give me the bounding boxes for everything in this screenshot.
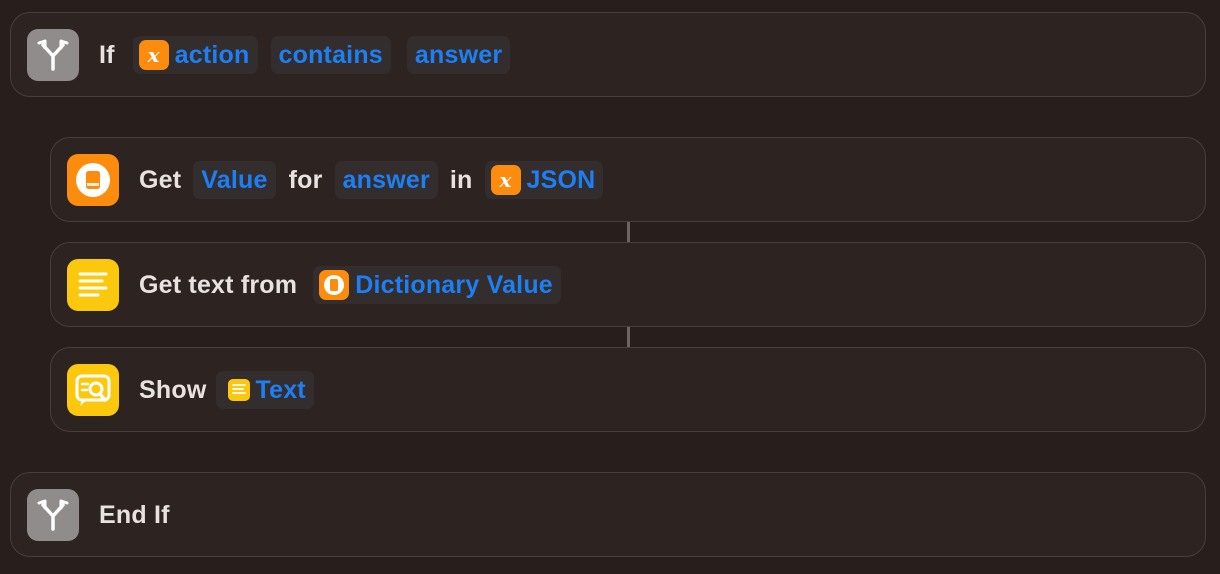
variable-icon: x <box>490 165 521 195</box>
for-word: for <box>288 165 323 194</box>
show-result-icon <box>67 364 119 416</box>
flow-connector <box>627 222 630 242</box>
flow-connector <box>627 327 630 347</box>
branch-icon <box>27 489 79 541</box>
condition-value-token[interactable]: answer <box>406 36 511 74</box>
key-type-token[interactable]: Value <box>193 161 276 199</box>
variable-token-json[interactable]: x JSON <box>484 161 604 199</box>
dictionary-icon <box>319 270 350 300</box>
text-lines-icon <box>67 259 119 311</box>
text-variable-label: Text <box>255 375 306 404</box>
text-lines-icon <box>228 379 251 401</box>
show-verb: Show <box>139 375 207 404</box>
in-word: in <box>449 165 473 194</box>
dictionary-value-token[interactable]: Dictionary Value <box>313 266 561 304</box>
key-token[interactable]: answer <box>334 161 438 199</box>
show-result-card[interactable]: Show Text <box>50 347 1206 432</box>
dictionary-icon <box>67 154 119 206</box>
variable-token-action[interactable]: x action <box>132 36 258 74</box>
variable-label: JSON <box>526 165 596 194</box>
if-keyword: If <box>99 40 115 69</box>
get-text-verb: Get text from <box>139 270 298 299</box>
condition-operator-token[interactable]: contains <box>270 36 391 74</box>
get-dictionary-value-card[interactable]: Get Value for answer in x JSON <box>50 137 1206 222</box>
branch-icon <box>27 29 79 81</box>
get-verb: Get <box>139 165 182 194</box>
get-text-card[interactable]: Get text from Dictionary Value <box>50 242 1206 327</box>
text-variable-token[interactable]: Text <box>216 371 314 409</box>
if-action-card[interactable]: If x action contains answer <box>10 12 1206 97</box>
variable-icon: x <box>138 40 169 70</box>
variable-label: action <box>174 40 250 69</box>
dictionary-value-label: Dictionary Value <box>355 270 553 299</box>
end-if-label: End If <box>99 500 170 529</box>
end-if-card[interactable]: End If <box>10 472 1206 557</box>
